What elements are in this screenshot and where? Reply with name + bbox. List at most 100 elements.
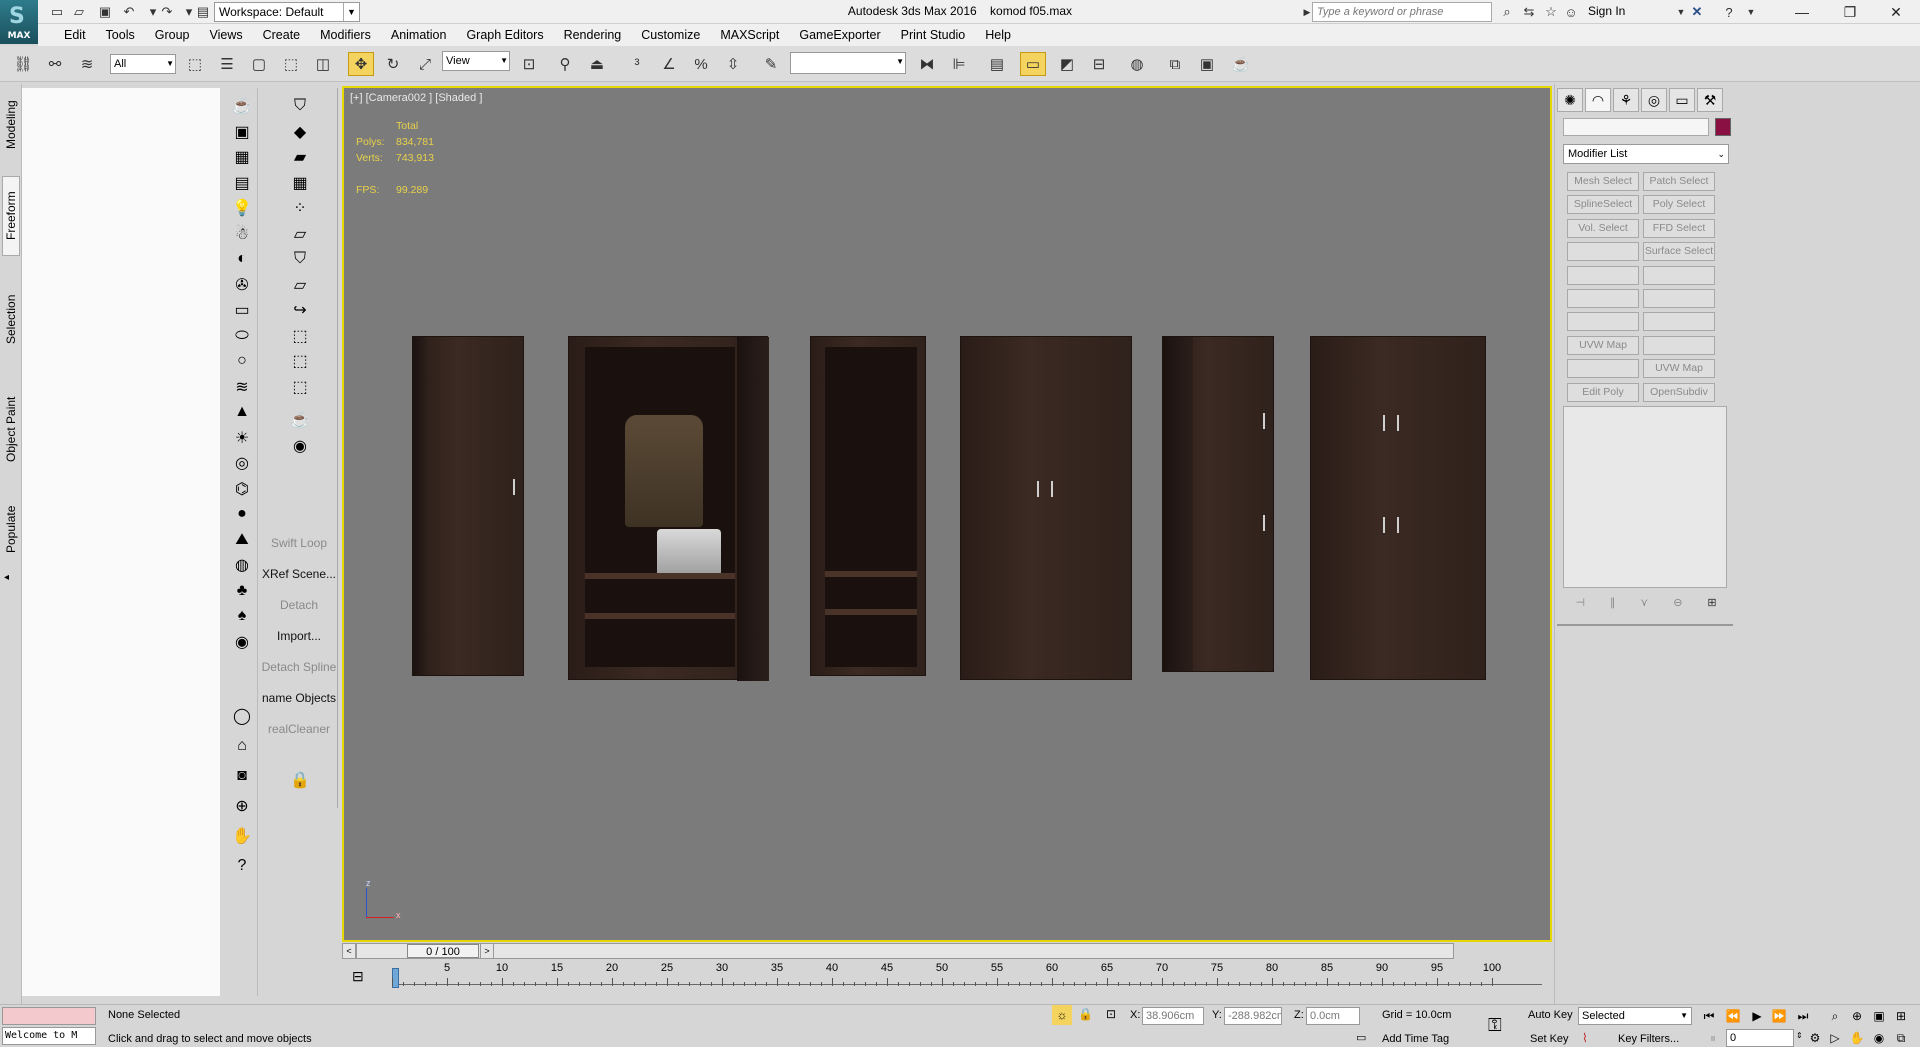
calculator-icon[interactable]: ▦ — [230, 145, 254, 169]
arch-icon[interactable]: ⌂ — [230, 734, 254, 758]
selection-filter-dropdown[interactable]: All ▼ — [110, 54, 176, 74]
modifier-patch-select-button[interactable]: Patch Select — [1643, 172, 1715, 191]
object-color-swatch[interactable] — [1715, 118, 1731, 136]
ring-icon[interactable]: ◎ — [230, 451, 254, 475]
menu-edit[interactable]: Edit — [54, 28, 96, 42]
rectangular-selection-icon[interactable]: ▢ — [246, 52, 272, 76]
select-and-scale-icon[interactable]: ⤢ — [412, 52, 438, 76]
render-setup-icon[interactable]: ⧉ — [1162, 52, 1188, 76]
ribbon-tab-selection[interactable]: Selection — [2, 284, 20, 354]
sun-icon[interactable]: ☀ — [230, 426, 254, 450]
scene-explorer-icon[interactable]: ▭ — [1020, 52, 1046, 76]
time-configuration-icon[interactable]: ⚙ — [1804, 1029, 1826, 1047]
modifier-vol-select-button[interactable]: Vol. Select — [1567, 218, 1639, 238]
exchange-icon[interactable]: ✕ — [1688, 3, 1706, 21]
help-dropdown-icon[interactable]: ▼ — [1742, 3, 1760, 21]
hand-icon[interactable]: ✋ — [230, 824, 254, 848]
snaps-toggle-icon[interactable]: ³ — [624, 52, 650, 76]
key-mode-dropdown[interactable]: Selected ▼ — [1578, 1007, 1692, 1025]
ribbon-collapse-icon[interactable]: ◂ — [4, 572, 9, 583]
lock-icon[interactable]: 🔒 — [288, 768, 312, 792]
modifier-empty-button[interactable] — [1567, 265, 1639, 285]
remove-modifier-icon[interactable]: ⊖ — [1673, 596, 1682, 609]
mirror-icon[interactable]: ⧓ — [914, 52, 940, 76]
box-edit-icon[interactable]: ⬚ — [288, 375, 312, 399]
align-icon[interactable]: ⊫ — [946, 52, 972, 76]
menu-print-studio[interactable]: Print Studio — [891, 28, 976, 42]
shield-outline-icon[interactable]: ⛉ — [288, 247, 312, 271]
binoculars-icon[interactable]: ⌕ — [1498, 3, 1516, 21]
menu-tools[interactable]: Tools — [96, 28, 145, 42]
angle-snap-icon[interactable]: ∠ — [656, 52, 682, 76]
cone-icon[interactable]: ▲ — [230, 400, 254, 424]
modifier-empty-button[interactable] — [1567, 359, 1639, 379]
wardrobe-double-door[interactable] — [960, 336, 1132, 680]
ribbon-tab-freeform[interactable]: Freeform — [2, 176, 20, 256]
command-detach[interactable]: Detach — [260, 598, 338, 612]
go-to-end-icon[interactable]: ⏭ — [1792, 1007, 1814, 1025]
modifier-empty-button[interactable] — [1643, 289, 1715, 308]
camera-viewport[interactable]: [+] [Camera002 ] [Shaded ] Total Polys: … — [342, 86, 1552, 942]
select-and-move-icon[interactable]: ✥ — [348, 52, 374, 76]
modifier-ffd-select-button[interactable]: FFD Select — [1643, 218, 1715, 238]
biped-icon[interactable]: ☃ — [230, 222, 254, 246]
reference-coordinate-dropdown[interactable]: View ▼ — [442, 51, 510, 71]
sphere-icon[interactable]: ◯ — [230, 704, 254, 728]
go-to-start-icon[interactable]: ⏮ — [1698, 1007, 1720, 1025]
hair-icon[interactable]: ≋ — [230, 375, 254, 399]
pin-stack-icon[interactable]: ⊣ — [1575, 596, 1585, 609]
wood-texture-icon[interactable]: ◉ — [230, 630, 254, 654]
play-icon[interactable]: ▶ — [1746, 1007, 1768, 1025]
track-bar[interactable]: ⊟ 5 10 15 20 25 30 35 40 45 50 55 60 65 70 75 80 85 90 95 1… — [342, 962, 1552, 994]
key-filters-button[interactable]: Key Filters... — [1618, 1033, 1679, 1045]
wardrobe-closed-single[interactable] — [412, 336, 524, 676]
menu-modifiers[interactable]: Modifiers — [310, 28, 381, 42]
auto-key-button[interactable]: Auto Key — [1528, 1009, 1573, 1021]
menu-gameexporter[interactable]: GameExporter — [789, 28, 890, 42]
command-import[interactable]: Import... — [260, 629, 338, 643]
cube-outline-icon[interactable]: ▱ — [288, 222, 312, 246]
viewport-label[interactable]: [+] [Camera002 ] [Shaded ] — [350, 92, 482, 104]
help-icon[interactable]: ? — [1720, 3, 1738, 21]
maximize-viewport-icon[interactable]: ⧉ — [1890, 1029, 1912, 1047]
x-coordinate-field[interactable]: 38.906cm — [1142, 1007, 1204, 1025]
current-frame-field[interactable]: 0 — [1726, 1029, 1794, 1047]
set-keys-key-icon[interactable]: ⚿ — [1488, 1015, 1502, 1036]
modifier-empty-button[interactable] — [1567, 242, 1639, 262]
key-mode-toggle-icon[interactable]: ⏸ — [1702, 1029, 1724, 1047]
close-button[interactable]: ✕ — [1874, 0, 1918, 24]
help-circle-icon[interactable]: ? — [230, 854, 254, 878]
modifier-list-dropdown[interactable]: Modifier List ⌄ — [1563, 144, 1729, 164]
edit-named-selection-icon[interactable]: ✎ — [758, 52, 784, 76]
modifier-edit-poly-button[interactable]: Edit Poly — [1567, 382, 1639, 402]
select-by-name-icon[interactable]: ☰ — [214, 52, 240, 76]
grid-panel-icon[interactable]: ▦ — [288, 171, 312, 195]
select-manipulate-icon[interactable]: ⚲ — [552, 52, 578, 76]
sound-icon[interactable]: ◐ — [230, 247, 254, 271]
display-tab-icon[interactable]: ▭ — [1669, 88, 1695, 112]
orbit-icon[interactable]: ◉ — [1868, 1029, 1890, 1047]
keyboard-shortcut-override-icon[interactable]: ⏏ — [584, 52, 610, 76]
command-realcleaner[interactable]: realCleaner — [260, 722, 338, 736]
selection-lock-icon[interactable]: 🔒 — [1078, 1007, 1093, 1021]
render-icon[interactable]: ◙ — [230, 764, 254, 788]
wardrobe-single-tall[interactable] — [1162, 336, 1274, 672]
cube-outline-icon[interactable]: ▱ — [288, 273, 312, 297]
hierarchy-tab-icon[interactable]: ⚘ — [1613, 88, 1639, 112]
menu-group[interactable]: Group — [145, 28, 200, 42]
add-time-tag-button[interactable]: Add Time Tag — [1382, 1033, 1449, 1045]
globe-icon[interactable]: ◍ — [230, 553, 254, 577]
object-name-field[interactable] — [1563, 118, 1709, 136]
modifier-empty-button[interactable] — [1567, 289, 1639, 308]
wardrobe-open-empty[interactable] — [810, 336, 926, 676]
grass-icon[interactable]: ♣ — [230, 579, 254, 603]
particle-icon[interactable]: ⁘ — [288, 196, 312, 220]
crossing-selection-icon[interactable]: ◫ — [310, 52, 336, 76]
previous-frame-icon[interactable]: ⏪ — [1722, 1007, 1744, 1025]
restore-button[interactable]: ❐ — [1828, 0, 1872, 24]
spreadsheet-icon[interactable]: ▤ — [230, 171, 254, 195]
menu-maxscript[interactable]: MAXScript — [710, 28, 789, 42]
configure-sets-icon[interactable]: ⊞ — [1707, 596, 1716, 609]
schematic-view-icon[interactable]: ⊟ — [1086, 52, 1112, 76]
menu-help[interactable]: Help — [975, 28, 1021, 42]
